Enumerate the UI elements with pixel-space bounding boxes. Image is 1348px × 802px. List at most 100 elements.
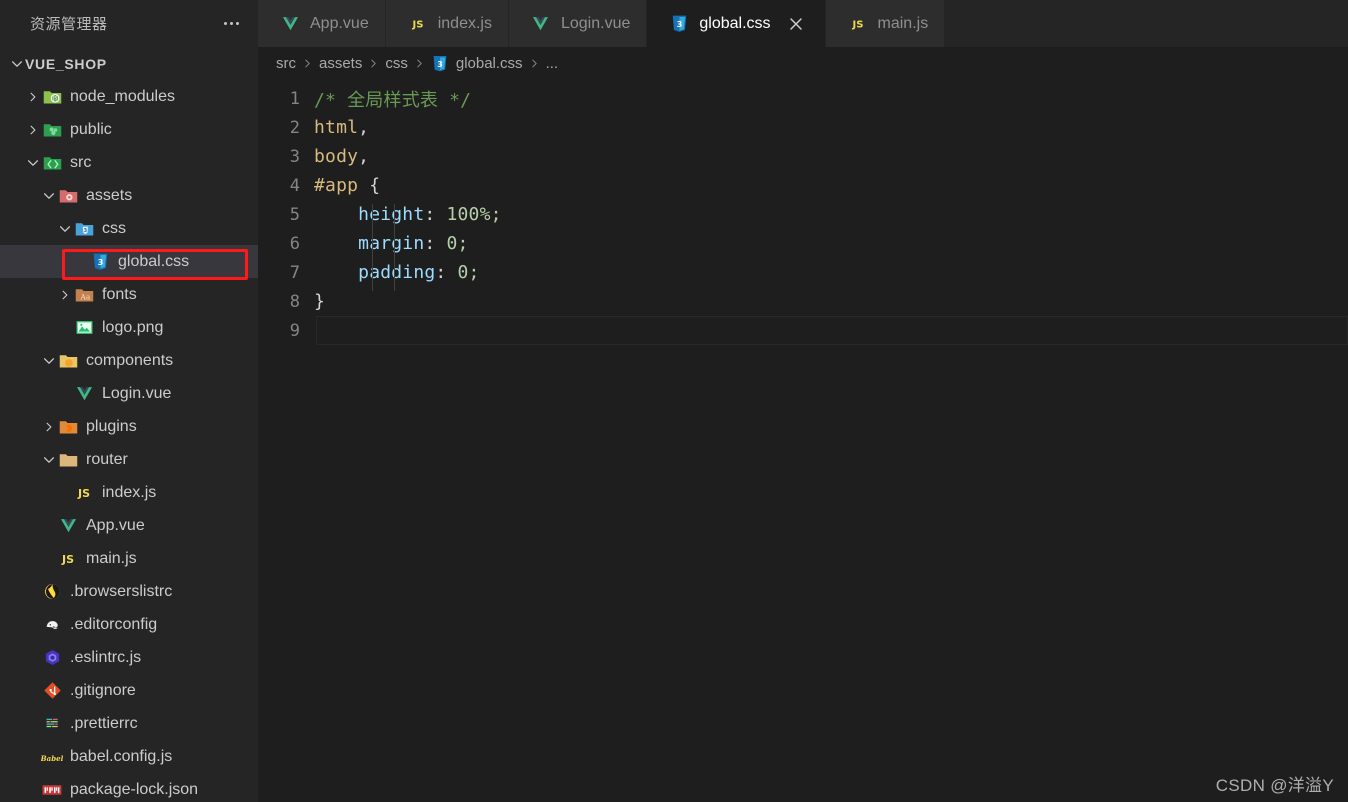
js-file-icon: JS — [73, 482, 95, 504]
explorer-header: 资源管理器 — [0, 0, 258, 47]
chevron-down-icon[interactable] — [40, 179, 57, 212]
tree-row-babel-config-js[interactable]: Babel babel.config.js — [0, 740, 258, 773]
tree-row-label: components — [86, 351, 174, 369]
tree-row-label: css — [102, 219, 126, 237]
tree-row-global-css[interactable]: 3 global.css — [0, 245, 258, 278]
vue-file-icon — [73, 383, 95, 405]
tree-row-eslintrc-js[interactable]: .eslintrc.js — [0, 641, 258, 674]
breadcrumb-separator-icon — [302, 58, 313, 69]
tree-twisty-spacer — [24, 575, 41, 608]
breadcrumb: src assets css 3 global.css... — [258, 47, 1348, 79]
code-line[interactable]: 7 padding: 0; — [258, 258, 1348, 291]
tab-main-js[interactable]: JS main.js — [825, 0, 946, 47]
tree-row-app-vue[interactable]: App.vue — [0, 509, 258, 542]
code-line[interactable]: 1 /* 全局样式表 */ — [258, 84, 1348, 113]
tree-row-editorconfig[interactable]: .editorconfig — [0, 608, 258, 641]
tab-login-vue[interactable]: Login.vue — [508, 0, 648, 47]
tree-row-label: router — [86, 450, 128, 468]
svg-text:JS: JS — [77, 487, 90, 500]
folder-components-icon — [57, 350, 79, 372]
tree-row-assets[interactable]: assets — [0, 179, 258, 212]
js-file-icon: JS — [848, 14, 868, 34]
code-line[interactable]: 6 margin: 0; — [258, 229, 1348, 262]
tree-row-label: package-lock.json — [70, 780, 199, 798]
tree-row-css[interactable]: 3 css — [0, 212, 258, 245]
tree-row-label: .eslintrc.js — [70, 648, 142, 666]
more-actions-icon[interactable] — [218, 13, 244, 35]
breadcrumb-item[interactable]: src — [276, 55, 296, 72]
tree-row-package-lock-json[interactable]: package-lock.json — [0, 773, 258, 802]
chevron-right-icon[interactable] — [56, 278, 73, 311]
line-number: 2 — [289, 117, 300, 138]
tree-row-logo-png[interactable]: logo.png — [0, 311, 258, 344]
tree-twisty-spacer — [40, 542, 57, 575]
vscode-window: 资源管理器 VUE_SHOP JS node_modules public src ass… — [0, 0, 1348, 802]
code-text: height: 100%; — [314, 204, 1348, 233]
chevron-down-icon[interactable] — [40, 443, 57, 476]
tree-row-prettierrc[interactable]: .prettierrc — [0, 707, 258, 740]
tree-row-label: fonts — [102, 285, 137, 303]
chevron-down-icon[interactable] — [56, 212, 73, 245]
tab-global-css[interactable]: 3 global.css — [647, 0, 826, 47]
tab-app-vue[interactable]: App.vue — [258, 0, 386, 47]
tree-row-public[interactable]: public — [0, 113, 258, 146]
tab-label: Login.vue — [560, 14, 631, 32]
tree-row-node-modules[interactable]: JS node_modules — [0, 80, 258, 113]
js-file-icon: JS — [57, 548, 79, 570]
browserslist-file-icon — [41, 581, 63, 603]
tree-row-label: .prettierrc — [70, 714, 138, 732]
breadcrumb-file[interactable]: 3 global.css — [431, 54, 523, 72]
chevron-right-icon[interactable] — [24, 80, 41, 113]
tree-row-gitignore[interactable]: .gitignore — [0, 674, 258, 707]
chevron-right-icon[interactable] — [40, 410, 57, 443]
svg-text:3: 3 — [437, 59, 442, 68]
svg-text:JS: JS — [61, 553, 74, 566]
code-line[interactable]: 2 html, — [258, 113, 1348, 142]
tree-row-main-js[interactable]: JS main.js — [0, 542, 258, 575]
tree-row-src[interactable]: src — [0, 146, 258, 179]
code-line[interactable]: 3 body, — [258, 142, 1348, 171]
tree-row-components[interactable]: components — [0, 344, 258, 377]
tree-row-root[interactable]: VUE_SHOP — [0, 47, 258, 80]
tree-row-index-js[interactable]: JS index.js — [0, 476, 258, 509]
breadcrumb-item[interactable]: css — [385, 55, 408, 72]
breadcrumb-overflow[interactable]: ... — [546, 55, 559, 72]
code-editor[interactable]: 1 /* 全局样式表 */ 2 html, 3 body, 4 #app {5 height:… — [258, 79, 1348, 802]
chevron-right-icon[interactable] — [24, 113, 41, 146]
vue-file-icon — [57, 515, 79, 537]
chevron-down-icon[interactable] — [40, 344, 57, 377]
code-line[interactable]: 4 #app { — [258, 171, 1348, 200]
tree-twisty-spacer — [24, 740, 41, 773]
svg-text:Aa: Aa — [79, 292, 90, 301]
line-number: 1 — [289, 88, 300, 109]
close-icon[interactable] — [783, 11, 809, 37]
code-text: } — [314, 291, 326, 312]
current-line-highlight — [316, 316, 1348, 345]
chevron-down-icon[interactable] — [24, 146, 41, 179]
image-file-icon — [73, 317, 95, 339]
tree-row-login-vue[interactable]: Login.vue — [0, 377, 258, 410]
tree-row-label: main.js — [86, 549, 137, 567]
breadcrumb-item[interactable]: assets — [319, 55, 362, 72]
tree-row-plugins[interactable]: plugins — [0, 410, 258, 443]
code-line[interactable]: 9 — [258, 316, 1348, 345]
tab-index-js[interactable]: JS index.js — [385, 0, 509, 47]
code-line[interactable]: 8} — [258, 287, 1348, 316]
file-tree: VUE_SHOP JS node_modules public src assets 3 cs… — [0, 47, 258, 802]
tree-row-browserslistrc[interactable]: .browserslistrc — [0, 575, 258, 608]
tree-row-fonts[interactable]: Aa fonts — [0, 278, 258, 311]
code-line[interactable]: 5 height: 100%; — [258, 200, 1348, 233]
tree-row-router[interactable]: router — [0, 443, 258, 476]
tree-row-label: index.js — [102, 483, 157, 501]
code-text: /* 全局样式表 */ — [314, 89, 472, 111]
tree-twisty-spacer — [24, 641, 41, 674]
babel-file-icon: Babel — [41, 746, 63, 768]
tree-twisty-spacer — [24, 608, 41, 641]
code-text: html, — [314, 117, 370, 138]
tree-twisty-spacer — [56, 476, 73, 509]
chevron-down-icon[interactable] — [8, 47, 25, 80]
svg-text:JS: JS — [52, 96, 57, 102]
tab-bar-filler — [945, 0, 1348, 47]
tree-twisty-spacer — [56, 311, 73, 344]
tree-row-label: .browserslistrc — [70, 582, 173, 600]
